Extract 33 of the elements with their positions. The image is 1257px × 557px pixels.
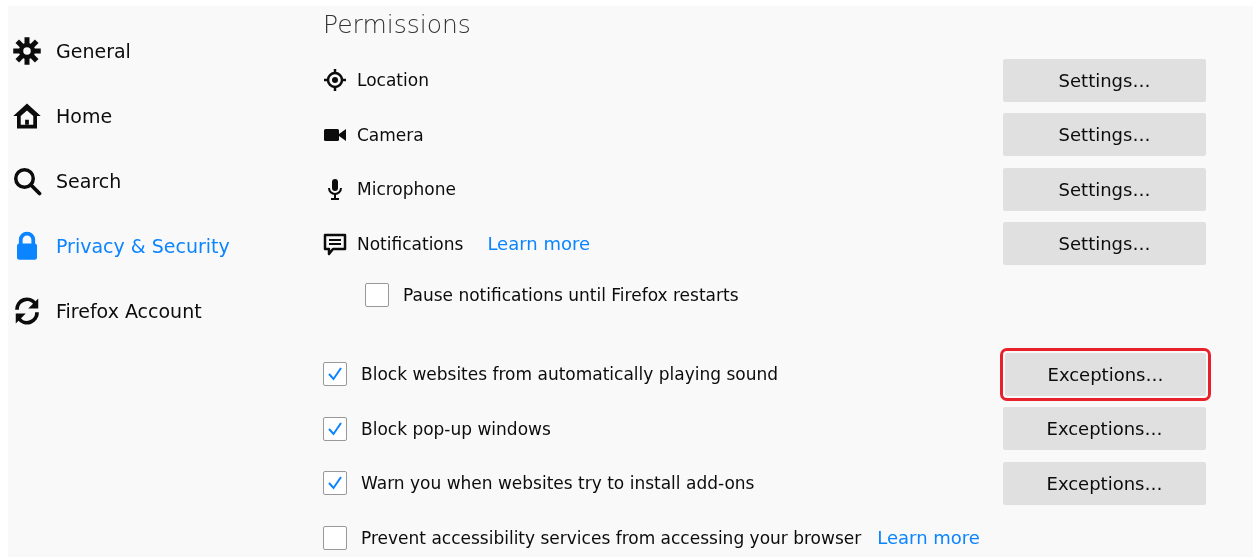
exceptions-button[interactable]: Exceptions… bbox=[1003, 461, 1206, 505]
checkbox[interactable] bbox=[323, 362, 347, 387]
checkbox-label: Prevent accessibility services from accessing your browser bbox=[361, 527, 862, 548]
sidebar-item[interactable]: Firefox Account bbox=[8, 278, 308, 343]
settings-button[interactable]: Settings… bbox=[1003, 167, 1206, 211]
permission-label: Location bbox=[357, 70, 429, 91]
checkbox[interactable] bbox=[323, 471, 347, 496]
checkbox[interactable] bbox=[323, 416, 347, 441]
permission-label: Microphone bbox=[357, 179, 456, 200]
checkmark-icon bbox=[326, 365, 344, 384]
checkbox-label: Warn you when websites try to install add-ons bbox=[361, 473, 755, 494]
checkbox-label: Pause notifications until Firefox restarts bbox=[403, 285, 739, 305]
sidebar-item[interactable]: Search bbox=[8, 148, 308, 213]
settings-button[interactable]: Settings… bbox=[1003, 58, 1206, 102]
crosshair-icon bbox=[323, 68, 347, 93]
exceptions-button[interactable]: Exceptions… bbox=[1003, 407, 1206, 451]
speech-bubble-icon bbox=[323, 231, 347, 256]
checkmark-icon bbox=[326, 474, 344, 493]
sidebar-item[interactable]: General bbox=[8, 18, 308, 83]
permission-label: Camera bbox=[357, 124, 424, 145]
learn-more-link[interactable]: Learn more bbox=[487, 233, 591, 255]
settings-button[interactable]: Settings… bbox=[1003, 113, 1206, 157]
gear-icon bbox=[12, 35, 42, 66]
permission-label: Notifications bbox=[357, 233, 464, 254]
checkbox[interactable] bbox=[323, 525, 347, 550]
settings-button[interactable]: Settings… bbox=[1003, 222, 1206, 266]
search-icon bbox=[12, 165, 42, 196]
section-title: Permissions bbox=[323, 10, 471, 39]
checkbox-label: Block websites from automatically playing sound bbox=[361, 364, 779, 385]
checkbox-label: Block pop-up windows bbox=[361, 418, 551, 439]
sync-icon bbox=[12, 295, 42, 326]
sidebar-item[interactable]: Home bbox=[8, 83, 308, 148]
checkbox[interactable] bbox=[365, 283, 389, 307]
